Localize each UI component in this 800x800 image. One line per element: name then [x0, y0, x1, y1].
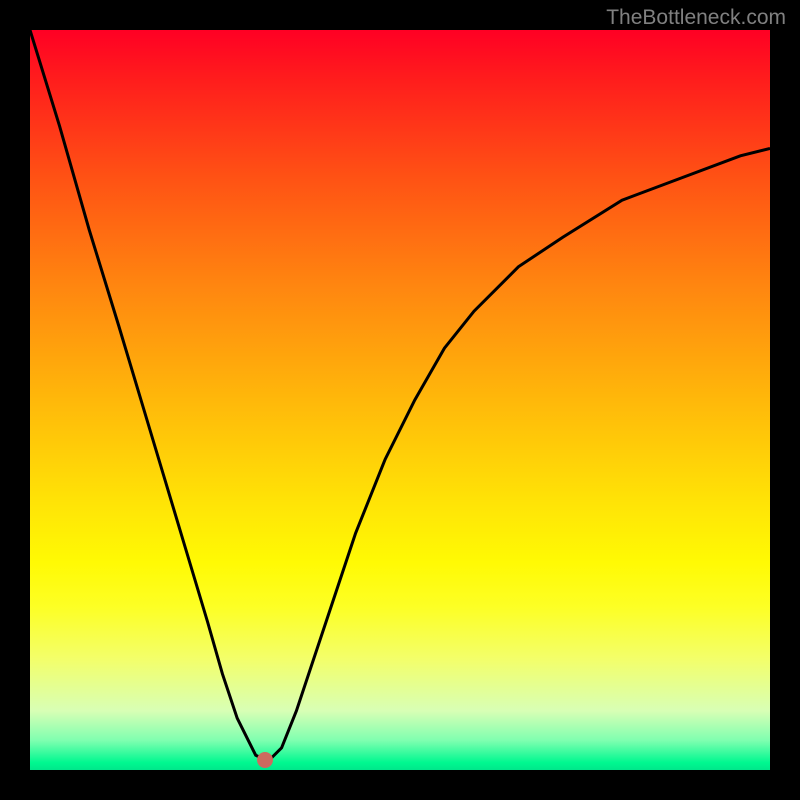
watermark-text: TheBottleneck.com [606, 6, 786, 30]
curve-line [30, 30, 770, 759]
chart-frame: TheBottleneck.com [0, 0, 800, 800]
bottleneck-curve [30, 30, 770, 770]
minimum-dot [257, 752, 273, 768]
